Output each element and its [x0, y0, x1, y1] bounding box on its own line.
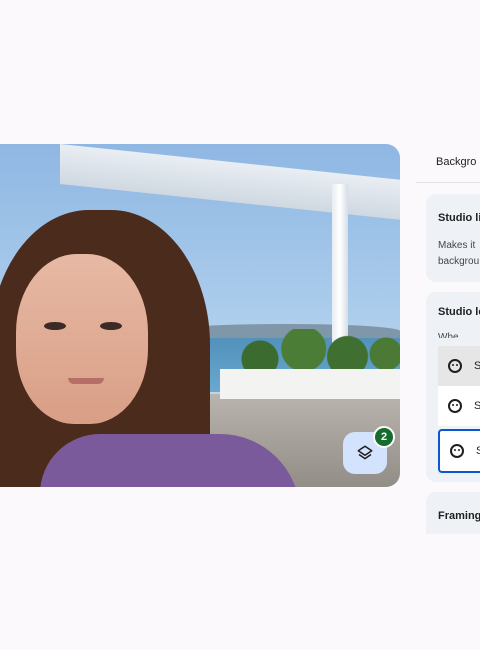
- background-planter: [220, 369, 400, 399]
- card-text: Whe: [438, 332, 459, 338]
- card-title: Studio li: [438, 212, 480, 224]
- meeting-window: 2 Backgro Studio li Makes it backgrou St…: [0, 0, 480, 650]
- studio-look-option[interactable]: S: [438, 386, 480, 426]
- framing-card[interactable]: Framing: [426, 492, 480, 534]
- effects-count-badge: 2: [373, 426, 395, 448]
- person-eye-right: [100, 322, 122, 330]
- self-video-preview: [0, 144, 400, 487]
- background-pergola: [60, 144, 400, 220]
- studio-look-option[interactable]: S: [438, 346, 480, 386]
- background-pillar: [332, 184, 348, 344]
- face-icon: [450, 444, 464, 458]
- card-title: Studio lo: [438, 306, 480, 318]
- option-label: S: [476, 445, 480, 457]
- person-face: [16, 254, 148, 424]
- person-mouth: [68, 378, 104, 384]
- option-label: S: [474, 400, 480, 412]
- option-label: S: [474, 360, 480, 372]
- panel-title: Backgro: [436, 156, 477, 168]
- person-eye-left: [44, 322, 66, 330]
- layers-icon: [357, 445, 373, 460]
- studio-look-option-selected[interactable]: S: [438, 429, 480, 473]
- panel-divider: [416, 182, 480, 183]
- card-title: Framing: [438, 510, 480, 522]
- face-icon: [448, 359, 462, 373]
- card-text: Makes it: [438, 240, 476, 251]
- studio-lighting-card[interactable]: Studio li Makes it backgrou: [426, 194, 480, 282]
- effects-side-panel: Backgro Studio li Makes it backgrou Stud…: [416, 144, 480, 534]
- face-sparkle-icon: [448, 399, 462, 413]
- card-text: backgrou: [438, 256, 480, 267]
